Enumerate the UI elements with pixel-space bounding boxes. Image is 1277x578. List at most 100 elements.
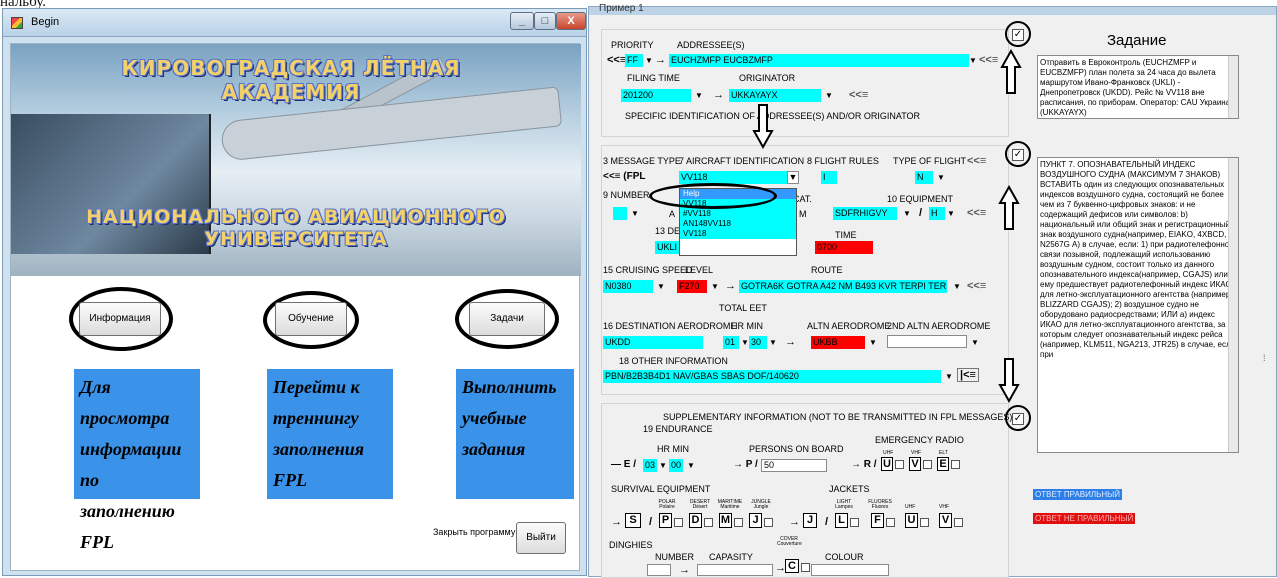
chevron-down-icon[interactable]: ▼ [969,55,977,67]
task-textarea[interactable]: Отправить в Евроконтроль (EUCHZMFP и EUC… [1037,55,1239,119]
info-button[interactable]: Информация [79,302,161,336]
departure-field[interactable]: UKLI [655,241,679,254]
cover-c-letter: C [785,559,799,573]
dinghies-label: DINGHIES [609,540,653,550]
chevron-down-icon[interactable]: ▼ [787,171,799,184]
aircraft-id-field[interactable]: VV118 [679,171,787,184]
chevron-down-icon[interactable]: ▼ [825,90,833,102]
help-textarea[interactable]: ПУНКТ 7. ОПОЗНАВАТЕЛЬНЫЙ ИНДЕКС ВОЗДУШНО… [1037,157,1239,453]
chevron-down-icon[interactable]: ▼ [657,281,665,293]
altn2-label: 2ND ALTN AERODROME [887,321,991,331]
exit-button[interactable]: Выйти [516,522,566,554]
route-label: ROUTE [811,265,843,275]
minimize-button[interactable]: _ [510,12,534,30]
example-window: Пример 1 PRIORITY ADDRESSEE(S) <<≡ FF ▼ … [588,3,1277,578]
back-arrow-icon[interactable]: <<≡ [849,89,868,101]
endurance-min-field[interactable]: 00 [669,459,683,472]
arrow-right-icon: → [611,516,622,528]
arrow-right-icon: → [679,564,690,576]
survival-d-checkbox[interactable] [704,518,713,527]
dropdown-option[interactable]: VV118 [680,229,796,239]
jackets-f-checkbox[interactable] [886,518,895,527]
chevron-down-icon[interactable]: ▼ [659,460,667,472]
survival-m-checkbox[interactable] [734,518,743,527]
survival-j-checkbox[interactable] [764,518,773,527]
filing-time-field[interactable]: 201200 [621,89,691,102]
chevron-down-icon[interactable]: ▼ [741,337,749,349]
priority-field[interactable]: FF [625,54,643,67]
eet-min-field[interactable]: 30 [749,336,767,349]
tasks-button[interactable]: Задачи [469,302,545,336]
colour-field[interactable] [811,564,889,576]
capacity-field[interactable] [697,564,773,576]
close-window-button[interactable]: X [556,12,586,30]
scrollbar[interactable] [1228,56,1238,118]
addressee-field[interactable]: EUCHZMFP EUCBZMFP [669,54,969,67]
resize-grip-icon[interactable]: ⁞ [1263,353,1266,363]
radio-u-checkbox[interactable] [895,460,904,469]
jackets-v-checkbox[interactable] [954,518,963,527]
check-answer-2[interactable]: ✓ [1012,149,1024,161]
jackets-l-checkbox[interactable] [850,518,859,527]
chevron-down-icon[interactable]: ▼ [645,55,653,67]
radio-e-checkbox[interactable] [951,460,960,469]
dinghies-number-field[interactable] [647,564,671,576]
endurance-label: 19 ENDURANCE [643,424,713,434]
jackets-u-checkbox[interactable] [920,518,929,527]
time-field[interactable]: 0700 [815,241,873,254]
chevron-down-icon[interactable]: ▼ [953,281,961,293]
title-bar[interactable]: Begin _ □ X [3,9,586,37]
cruise-speed-field[interactable]: N0380 [603,280,653,293]
cover-label: COVER Couverture [777,536,802,547]
originator-field[interactable]: UKKAYAYX [729,89,821,102]
chevron-down-icon[interactable]: ▼ [903,208,911,220]
back-arrow-icon[interactable]: |<≡ [957,368,979,382]
check-answer-3[interactable]: ✓ [1012,413,1024,425]
check-answer-1[interactable]: ✓ [1012,29,1024,41]
altn-field[interactable]: UKBB [811,336,865,349]
training-button[interactable]: Обучение [275,302,347,336]
back-arrow-icon[interactable]: <<≡ [967,155,986,167]
chevron-down-icon[interactable]: ▼ [711,281,719,293]
number-field[interactable] [613,207,627,220]
endurance-hr-min-label: HR MIN [657,444,689,454]
survival-p-checkbox[interactable] [674,518,683,527]
equipment-field-2[interactable]: H [929,207,945,220]
destination-field[interactable]: UKDD [603,336,703,349]
dropdown-option[interactable]: AN148VV118 [680,219,796,229]
level-field[interactable]: F270 [677,280,707,293]
priority-prefix: <<≡ [607,54,627,66]
route-field[interactable]: GOTRA6K GOTRA A42 NM B493 KVR TERPI TERP… [739,280,947,293]
back-arrow-icon[interactable]: <<≡ [967,280,986,292]
answer-wrong-badge: ОТВЕТ НЕ ПРАВИЛЬНЫЙ [1033,513,1136,524]
cover-checkbox[interactable] [801,563,810,572]
chevron-down-icon[interactable]: ▼ [869,337,877,349]
other-info-field[interactable]: PBN/B2B3B4D1 NAV/GBAS SBAS DOF/140620 [603,370,941,383]
type-of-flight-field[interactable]: N [915,171,933,184]
eet-hr-field[interactable]: 01 [723,336,739,349]
flight-rules-field[interactable]: I [821,171,837,184]
scrollbar[interactable] [1228,158,1238,452]
chevron-down-icon[interactable]: ▼ [769,337,777,349]
equipment-field[interactable]: SDFRHIGVY [833,207,897,220]
altn2-field[interactable] [887,335,967,348]
chevron-down-icon[interactable]: ▼ [947,208,955,220]
back-arrow-icon[interactable]: <<≡ [967,207,986,219]
radio-v-checkbox[interactable] [923,460,932,469]
window-title: Begin [31,16,60,28]
chevron-down-icon[interactable]: ▼ [695,90,703,102]
message-type-label: 3 MESSAGE TYPE [603,156,681,166]
maximize-button[interactable]: □ [534,12,556,30]
chevron-down-icon[interactable]: ▼ [945,371,953,383]
dropdown-option[interactable]: #VV118 [680,209,796,219]
top-caption: нальбу. [0,0,46,10]
back-arrow-icon[interactable]: <<≡ [979,54,998,66]
title-bar-2[interactable]: Пример 1 [589,3,1276,15]
persons-field[interactable]: 50 [761,459,827,472]
endurance-hr-field[interactable]: 03 [643,459,657,472]
chevron-down-icon[interactable]: ▼ [937,172,945,184]
chevron-down-icon[interactable]: ▼ [631,208,639,220]
chevron-down-icon[interactable]: ▼ [687,460,695,472]
elt-label: ELT [939,450,948,456]
chevron-down-icon[interactable]: ▼ [971,337,979,349]
